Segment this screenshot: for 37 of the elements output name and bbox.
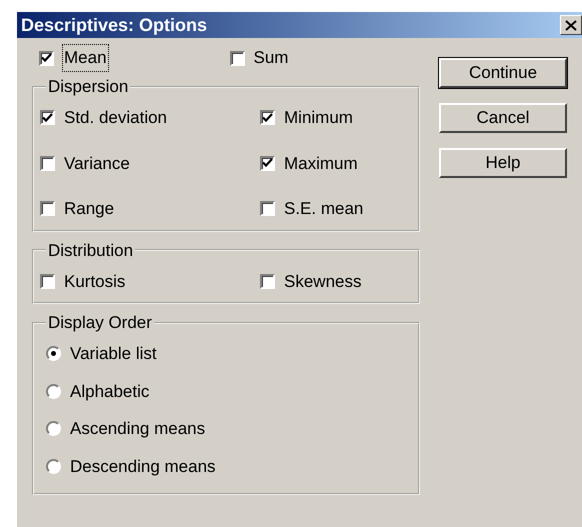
- checkbox[interactable]: [260, 274, 275, 289]
- checkbox-label[interactable]: Minimum: [284, 105, 353, 130]
- radio-button[interactable]: [46, 346, 61, 362]
- dialog-button[interactable]: Cancel: [439, 103, 567, 133]
- checkbox[interactable]: [260, 156, 275, 171]
- close-icon: [565, 20, 577, 30]
- checkbox[interactable]: [260, 110, 275, 126]
- checkbox[interactable]: [40, 156, 55, 171]
- checkbox[interactable]: [39, 50, 54, 66]
- group-title: Dispersion: [47, 78, 130, 95]
- checkbox-label[interactable]: Sum: [254, 45, 288, 71]
- checkbox-label[interactable]: Mean: [63, 45, 108, 71]
- checkbox-label[interactable]: Range: [64, 196, 114, 222]
- checkbox-label[interactable]: Kurtosis: [64, 268, 126, 294]
- checkbox-label[interactable]: Skewness: [284, 268, 362, 294]
- radio-button[interactable]: [46, 421, 61, 436]
- checkbox-label[interactable]: Maximum: [284, 150, 358, 176]
- checkbox[interactable]: [260, 201, 275, 216]
- dialog-button[interactable]: Help: [439, 148, 567, 178]
- checkbox-label[interactable]: S.E. mean: [284, 196, 364, 222]
- checkbox[interactable]: [40, 110, 55, 126]
- dialog-button[interactable]: Continue: [439, 58, 567, 88]
- checkbox[interactable]: [40, 274, 55, 289]
- checkbox[interactable]: [40, 201, 55, 216]
- radio-label[interactable]: Ascending means: [70, 416, 206, 442]
- window-title: Descriptives: Options: [21, 14, 208, 37]
- radio-label[interactable]: Variable list: [70, 341, 157, 366]
- checkbox-label[interactable]: Variance: [64, 150, 130, 176]
- radio-label[interactable]: Descending means: [70, 454, 216, 479]
- checkbox[interactable]: [230, 50, 244, 66]
- radio-button[interactable]: [46, 458, 61, 474]
- group-title: Distribution: [47, 242, 134, 258]
- radio-label[interactable]: Alphabetic: [70, 378, 150, 404]
- close-button[interactable]: [560, 15, 582, 35]
- group-title: Display Order: [47, 314, 153, 331]
- checkbox-label[interactable]: Std. deviation: [64, 105, 168, 130]
- radio-button[interactable]: [46, 384, 61, 399]
